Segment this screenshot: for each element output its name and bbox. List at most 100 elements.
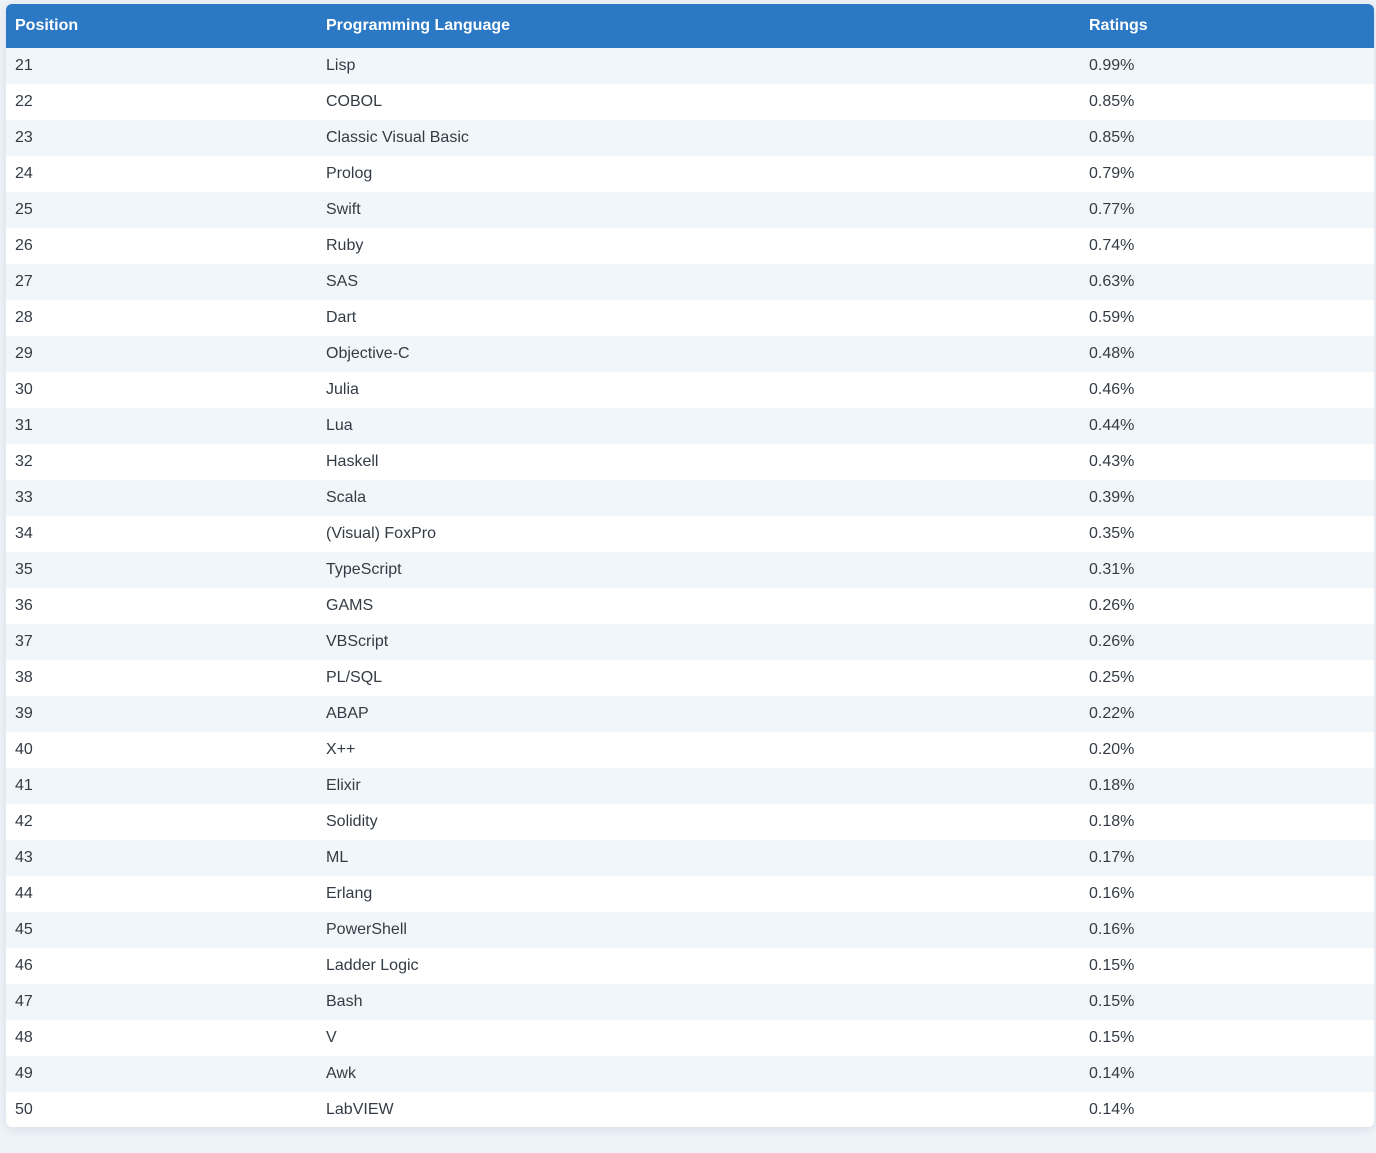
- cell-rating: 0.14%: [1089, 1101, 1135, 1118]
- cell-position: 30: [15, 381, 33, 398]
- cell-position: 40: [15, 741, 33, 758]
- cell-position: 49: [15, 1065, 33, 1082]
- cell-language: VBScript: [326, 633, 389, 650]
- cell-rating: 0.25%: [1089, 669, 1135, 686]
- cell-language: Bash: [326, 993, 363, 1010]
- cell-language: Erlang: [326, 885, 373, 902]
- cell-language: ABAP: [326, 705, 369, 722]
- ranking-table-card: Position Programming Language Ratings 21…: [6, 4, 1374, 1127]
- cell-rating: 0.16%: [1089, 921, 1135, 938]
- cell-position: 28: [15, 309, 33, 326]
- cell-language: TypeScript: [326, 561, 402, 578]
- table-row: 43 ML 0.17%: [6, 840, 1374, 876]
- cell-position: 29: [15, 345, 33, 362]
- cell-rating: 0.63%: [1089, 273, 1135, 290]
- table-row: 29 Objective-C 0.48%: [6, 336, 1374, 372]
- table-row: 32 Haskell 0.43%: [6, 444, 1374, 480]
- cell-language: Julia: [326, 381, 359, 398]
- cell-rating: 0.26%: [1089, 597, 1135, 614]
- language-ranking-table: Position Programming Language Ratings 21…: [6, 4, 1374, 1127]
- table-row: 34 (Visual) FoxPro 0.35%: [6, 516, 1374, 552]
- header-row: Position Programming Language Ratings: [6, 4, 1374, 48]
- table-row: 30 Julia 0.46%: [6, 372, 1374, 408]
- table-body: 21 Lisp 0.99% 22 COBOL 0.85% 23 Classic Visual …: [6, 48, 1374, 1127]
- cell-rating: 0.22%: [1089, 705, 1135, 722]
- cell-rating: 0.85%: [1089, 93, 1135, 110]
- table-row: 21 Lisp 0.99%: [6, 48, 1374, 84]
- cell-position: 31: [15, 417, 33, 434]
- table-row: 38 PL/SQL 0.25%: [6, 660, 1374, 696]
- cell-language: ML: [326, 849, 349, 866]
- table-row: 37 VBScript 0.26%: [6, 624, 1374, 660]
- cell-position: 45: [15, 921, 33, 938]
- cell-language: LabVIEW: [326, 1101, 394, 1118]
- cell-position: 33: [15, 489, 33, 506]
- table-row: 22 COBOL 0.85%: [6, 84, 1374, 120]
- cell-language: Dart: [326, 309, 357, 326]
- table-row: 41 Elixir 0.18%: [6, 768, 1374, 804]
- cell-rating: 0.18%: [1089, 813, 1135, 830]
- cell-rating: 0.79%: [1089, 165, 1135, 182]
- cell-position: 25: [15, 201, 33, 218]
- cell-rating: 0.35%: [1089, 525, 1135, 542]
- table-row: 49 Awk 0.14%: [6, 1056, 1374, 1092]
- cell-language: Objective-C: [326, 345, 410, 362]
- cell-language: SAS: [326, 273, 359, 290]
- cell-position: 44: [15, 885, 33, 902]
- cell-rating: 0.16%: [1089, 885, 1135, 902]
- cell-rating: 0.39%: [1089, 489, 1135, 506]
- table-row: 48 V 0.15%: [6, 1020, 1374, 1056]
- table-row: 26 Ruby 0.74%: [6, 228, 1374, 264]
- cell-rating: 0.43%: [1089, 453, 1135, 470]
- cell-language: Prolog: [326, 165, 373, 182]
- cell-rating: 0.15%: [1089, 993, 1135, 1010]
- table-row: 25 Swift 0.77%: [6, 192, 1374, 228]
- cell-rating: 0.77%: [1089, 201, 1135, 218]
- cell-language: Awk: [326, 1065, 356, 1082]
- cell-position: 34: [15, 525, 33, 542]
- cell-rating: 0.48%: [1089, 345, 1135, 362]
- header-position: Position: [15, 17, 79, 34]
- table-row: 45 PowerShell 0.16%: [6, 912, 1374, 948]
- cell-language: Ladder Logic: [326, 957, 419, 974]
- cell-position: 42: [15, 813, 33, 830]
- table-row: 47 Bash 0.15%: [6, 984, 1374, 1020]
- table-row: 28 Dart 0.59%: [6, 300, 1374, 336]
- table-header: Position Programming Language Ratings: [6, 4, 1374, 48]
- cell-language: (Visual) FoxPro: [326, 525, 436, 542]
- header-programming-language: Programming Language: [326, 17, 511, 34]
- table-row: 50 LabVIEW 0.14%: [6, 1092, 1374, 1127]
- cell-language: X++: [326, 741, 356, 758]
- cell-position: 38: [15, 669, 33, 686]
- cell-language: PL/SQL: [326, 669, 383, 686]
- cell-position: 21: [15, 57, 33, 74]
- table-row: 33 Scala 0.39%: [6, 480, 1374, 516]
- cell-language: V: [326, 1029, 337, 1046]
- header-ratings: Ratings: [1089, 17, 1148, 34]
- cell-position: 22: [15, 93, 33, 110]
- cell-position: 24: [15, 165, 33, 182]
- cell-rating: 0.46%: [1089, 381, 1135, 398]
- table-row: 24 Prolog 0.79%: [6, 156, 1374, 192]
- cell-rating: 0.15%: [1089, 1029, 1135, 1046]
- table-row: 46 Ladder Logic 0.15%: [6, 948, 1374, 984]
- cell-position: 46: [15, 957, 33, 974]
- cell-language: Haskell: [326, 453, 379, 470]
- table-row: 42 Solidity 0.18%: [6, 804, 1374, 840]
- cell-position: 39: [15, 705, 33, 722]
- cell-position: 37: [15, 633, 33, 650]
- table-row: 27 SAS 0.63%: [6, 264, 1374, 300]
- cell-position: 36: [15, 597, 33, 614]
- cell-rating: 0.44%: [1089, 417, 1135, 434]
- cell-position: 27: [15, 273, 33, 290]
- cell-rating: 0.20%: [1089, 741, 1135, 758]
- cell-rating: 0.85%: [1089, 129, 1135, 146]
- cell-position: 23: [15, 129, 33, 146]
- cell-position: 43: [15, 849, 33, 866]
- cell-position: 41: [15, 777, 33, 794]
- cell-rating: 0.74%: [1089, 237, 1135, 254]
- cell-language: Classic Visual Basic: [326, 129, 469, 146]
- cell-rating: 0.15%: [1089, 957, 1135, 974]
- table-row: 40 X++ 0.20%: [6, 732, 1374, 768]
- cell-rating: 0.59%: [1089, 309, 1135, 326]
